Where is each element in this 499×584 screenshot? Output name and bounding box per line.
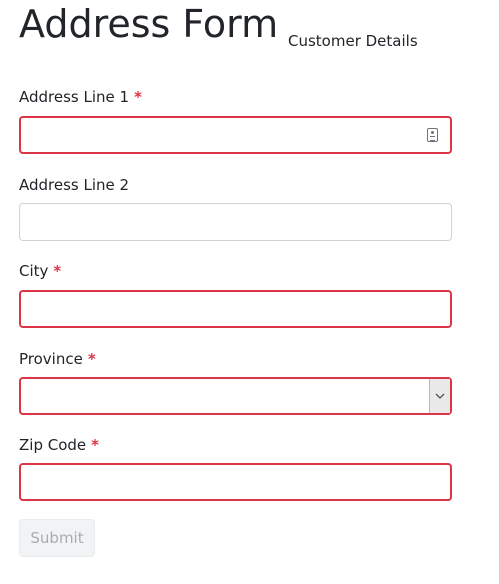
address-line-2-label: Address Line 2 [19, 175, 129, 195]
zip-code-label: Zip Code * [19, 435, 99, 455]
submit-button[interactable]: Submit [19, 519, 95, 557]
page-title: Address Form [19, 2, 279, 46]
chevron-down-icon[interactable] [429, 379, 450, 413]
province-label: Province * [19, 349, 96, 369]
address-line-2-input[interactable] [19, 203, 452, 241]
required-marker: * [53, 262, 62, 280]
address-line-1-input[interactable] [19, 116, 452, 154]
province-select[interactable] [19, 377, 452, 415]
address-line-1-label-text: Address Line 1 [19, 88, 130, 106]
city-label: City * [19, 261, 61, 281]
zip-code-label-text: Zip Code [19, 436, 87, 454]
city-label-text: City [19, 262, 49, 280]
address-line-1-label: Address Line 1 * [19, 87, 142, 107]
city-input[interactable] [19, 290, 452, 328]
required-marker: * [91, 436, 99, 454]
province-label-text: Province [19, 350, 83, 368]
contact-card-icon[interactable] [427, 128, 438, 142]
required-marker: * [134, 88, 142, 106]
zip-code-input[interactable] [19, 463, 452, 501]
address-line-2-label-text: Address Line 2 [19, 176, 130, 194]
page-subtitle: Customer Details [288, 32, 418, 50]
required-marker: * [87, 350, 96, 368]
